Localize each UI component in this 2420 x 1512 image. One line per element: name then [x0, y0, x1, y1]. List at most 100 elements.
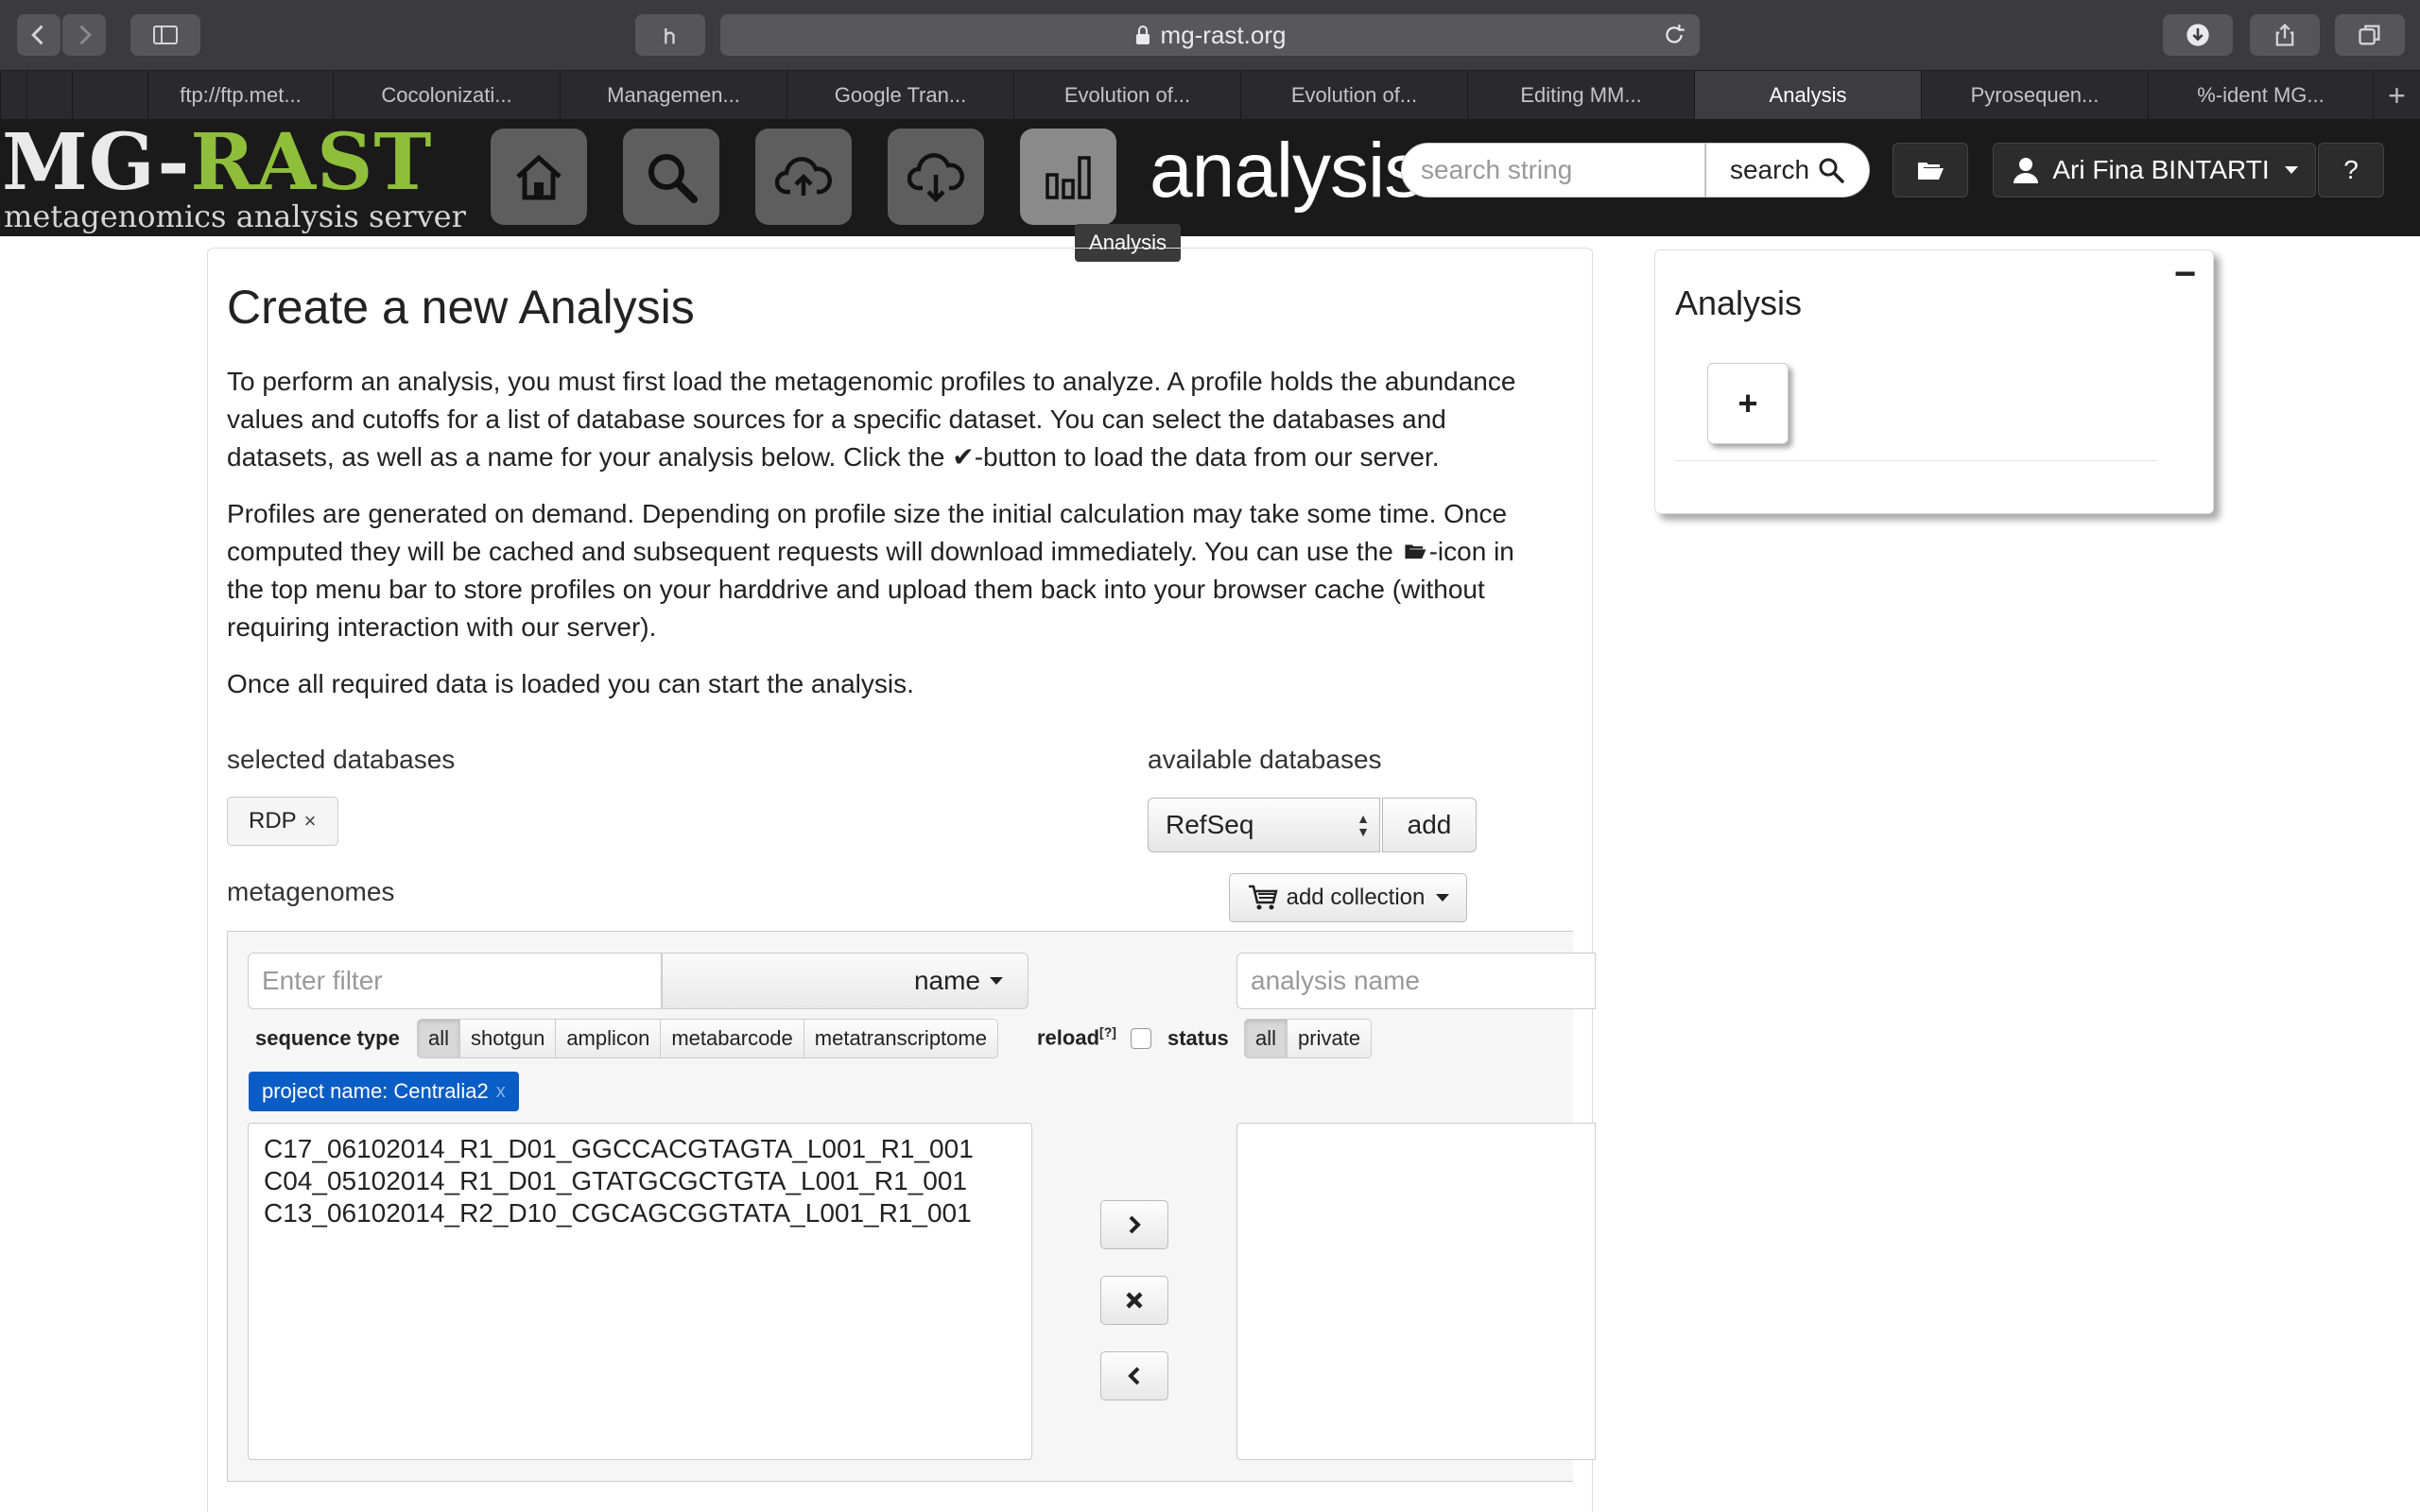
available-metagenomes-list[interactable]: C17_06102014_R1_D01_GGCCACGTAGTA_L001_R1…	[248, 1123, 1032, 1460]
tab-ident[interactable]: %-ident MG...	[2148, 71, 2373, 120]
downloads-button[interactable]	[2163, 14, 2233, 56]
header-search-input[interactable]: search string	[1401, 143, 1705, 198]
sort-field-dropdown[interactable]: name	[662, 953, 1028, 1009]
sidebar-icon	[153, 26, 178, 44]
tab-pyrosequencing[interactable]: Pyrosequen...	[1921, 71, 2148, 120]
tab-cocolonization[interactable]: Cocolonizati...	[333, 71, 560, 120]
cloud-upload-icon	[775, 157, 832, 196]
reload-checkbox[interactable]	[1131, 1028, 1151, 1049]
remove-database-icon[interactable]: ×	[304, 809, 317, 833]
add-collection-label: add collection	[1286, 885, 1426, 910]
seqtype-amplicon-button[interactable]: amplicon	[555, 1019, 662, 1058]
tab-pinned-1[interactable]	[0, 71, 26, 120]
profiles-text-a: Profiles are generated on demand. Depend…	[227, 499, 1508, 566]
status-private-button[interactable]: private	[1287, 1019, 1373, 1058]
selected-database-tag[interactable]: RDP ×	[227, 797, 338, 846]
tab-label: Evolution of...	[1063, 83, 1191, 107]
tab-editing[interactable]: Editing MM...	[1467, 71, 1694, 120]
tab-label: Analysis	[1769, 83, 1847, 107]
forward-button[interactable]	[62, 14, 106, 56]
seqtype-metatranscriptome-button[interactable]: metatranscriptome	[803, 1019, 998, 1058]
nav-search-button[interactable]	[623, 129, 719, 225]
database-select[interactable]: RefSeq ▲ ▼	[1148, 798, 1380, 852]
tab-management[interactable]: Managemen...	[560, 71, 786, 120]
tab-pinned-2[interactable]	[26, 71, 72, 120]
new-analysis-button[interactable]: +	[1707, 363, 1789, 444]
tab-google-translate[interactable]: Google Tran...	[786, 71, 1013, 120]
remove-selected-button[interactable]	[1100, 1351, 1168, 1400]
reload-icon[interactable]	[1662, 23, 1686, 47]
nav-upload-button[interactable]	[755, 129, 852, 225]
add-collection-button[interactable]: add collection	[1229, 873, 1467, 922]
sequence-type-label: sequence type	[255, 1026, 400, 1050]
nav-download-button[interactable]	[888, 129, 984, 225]
home-icon	[516, 154, 562, 200]
section-title: analysis	[1150, 128, 1423, 214]
ready-paragraph: Once all required data is loaded you can…	[227, 669, 914, 698]
browser-toolbar: mg-rast.org	[0, 0, 2420, 70]
extension-button[interactable]	[635, 14, 705, 56]
chevron-down-icon	[2284, 166, 2298, 174]
page-title: Create a new Analysis	[227, 281, 695, 334]
remove-all-button[interactable]	[1100, 1276, 1168, 1325]
add-database-button[interactable]: add	[1382, 798, 1477, 852]
list-item[interactable]: C04_05102014_R1_D01_GTATGCGCTGTA_L001_R1…	[264, 1165, 1016, 1197]
available-databases-label: available databases	[1148, 745, 1382, 774]
download-circle-icon	[2187, 24, 2209, 46]
logo-wordmark: MG-RAST	[2, 123, 432, 202]
list-item[interactable]: C13_06102014_R2_D10_CGCAGCGGTATA_L001_R1…	[264, 1197, 1016, 1229]
chevron-right-icon	[79, 25, 92, 45]
hand-icon	[665, 28, 675, 44]
active-filter-chip[interactable]: project name: Centralia2 x	[249, 1072, 519, 1111]
list-item[interactable]: C17_06102014_R1_D01_GGCCACGTAGTA_L001_R1…	[264, 1133, 1016, 1165]
tab-evolution-2[interactable]: Evolution of...	[1240, 71, 1467, 120]
side-panel-divider	[1675, 460, 2157, 461]
help-button[interactable]: ?	[2318, 143, 2384, 198]
folder-open-icon	[1918, 163, 1944, 180]
bar-chart-icon	[1046, 156, 1091, 199]
tabs-icon	[2359, 25, 2380, 45]
user-name: Ari Fina BINTARTI	[2052, 155, 2270, 184]
status-all-button[interactable]: all	[1244, 1019, 1288, 1058]
remove-filter-icon[interactable]: x	[496, 1081, 506, 1103]
nav-home-button[interactable]	[491, 129, 587, 225]
seqtype-shotgun-button[interactable]: shotgun	[459, 1019, 557, 1058]
tab-label: Google Tran...	[834, 83, 967, 107]
tab-label: %-ident MG...	[2197, 83, 2325, 107]
tab-label: Editing MM...	[1520, 83, 1642, 107]
back-button[interactable]	[17, 14, 60, 56]
reload-help-link[interactable]: [?]	[1099, 1024, 1116, 1040]
url-text: mg-rast.org	[1160, 20, 1287, 49]
close-icon	[1126, 1292, 1143, 1309]
selected-metagenomes-list[interactable]	[1236, 1123, 1596, 1460]
header-search-button[interactable]: search	[1705, 143, 1870, 198]
tab-label: Managemen...	[607, 83, 740, 107]
address-bar[interactable]: mg-rast.org	[720, 14, 1700, 56]
share-button[interactable]	[2250, 14, 2320, 56]
chevron-down-icon	[1436, 894, 1450, 902]
nav-analysis-button[interactable]	[1020, 129, 1116, 225]
tab-analysis[interactable]: Analysis	[1694, 71, 1921, 120]
new-tab-button[interactable]: +	[2373, 71, 2420, 120]
mg-rast-logo[interactable]: MG-RAST metagenomics analysis server	[0, 119, 466, 236]
seqtype-metabarcode-button[interactable]: metabarcode	[660, 1019, 804, 1058]
tab-pinned-3[interactable]	[72, 71, 147, 120]
database-select-value: RefSeq	[1166, 810, 1254, 839]
add-selected-button[interactable]	[1100, 1200, 1168, 1249]
user-menu-button[interactable]: Ari Fina BINTARTI	[1993, 143, 2316, 198]
metagenomes-label: metagenomes	[227, 877, 395, 906]
analysis-name-input[interactable]: analysis name	[1236, 953, 1596, 1009]
tab-evolution-1[interactable]: Evolution of...	[1013, 71, 1240, 120]
user-icon	[2014, 158, 2039, 183]
tab-strip: ftp://ftp.met... Cocolonizati... Managem…	[0, 70, 2420, 120]
tab-ftp[interactable]: ftp://ftp.met...	[147, 71, 333, 120]
lock-icon	[1135, 26, 1150, 44]
minimize-button[interactable]: −	[2174, 253, 2196, 296]
seqtype-all-button[interactable]: all	[417, 1019, 461, 1058]
tabs-overview-button[interactable]	[2335, 14, 2405, 56]
filter-input[interactable]: Enter filter	[248, 953, 662, 1009]
profile-storage-button[interactable]	[1893, 143, 1968, 198]
filter-chip-label: project name: Centralia2	[262, 1079, 489, 1103]
sidebar-toggle-button[interactable]	[130, 14, 200, 56]
logo-rast: RAST	[190, 117, 433, 208]
